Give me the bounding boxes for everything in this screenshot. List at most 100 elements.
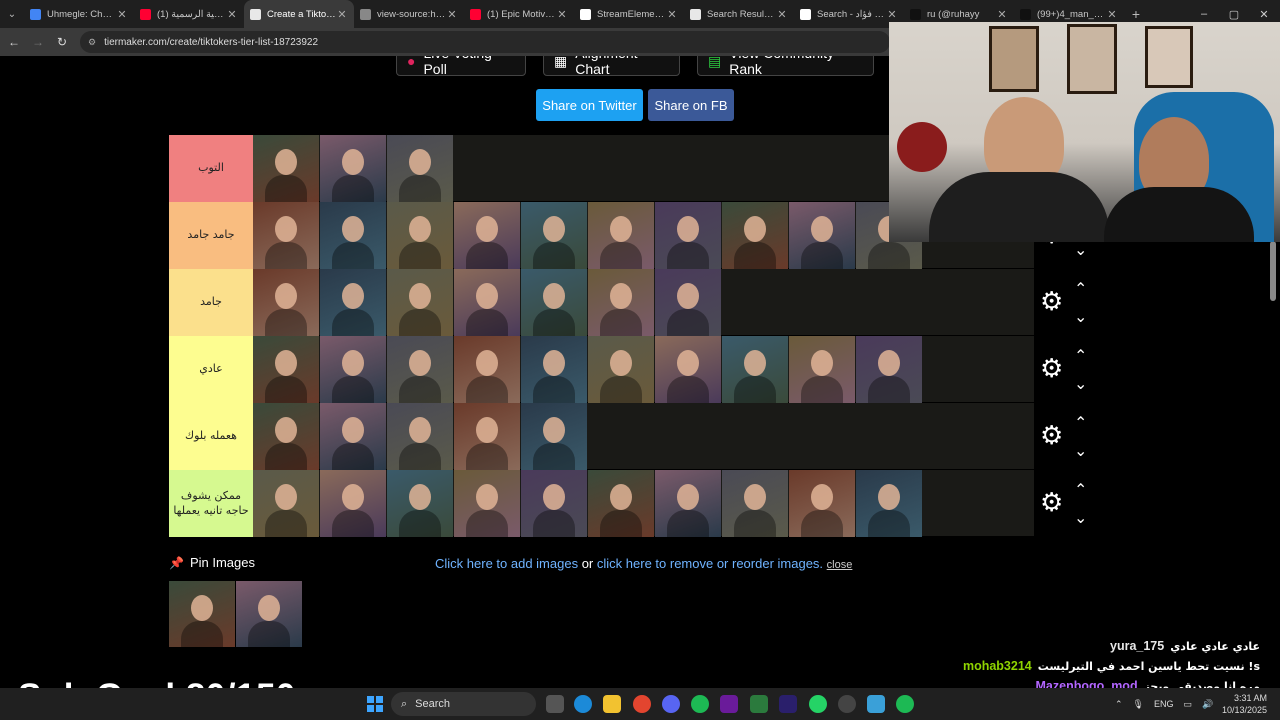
tier-image[interactable] [387,470,453,537]
browser-tab[interactable]: StreamElements | ✕ [574,0,684,28]
tier-image[interactable] [253,470,319,537]
tier-image[interactable] [789,202,855,269]
tier-image[interactable] [856,470,922,537]
tier-image[interactable] [454,336,520,403]
chevron-up-icon[interactable]: ⌃ [1074,346,1087,366]
whatsapp-icon[interactable] [809,695,827,713]
file-explorer-icon[interactable] [603,695,621,713]
spotify-icon[interactable] [691,695,709,713]
tier-image[interactable] [521,403,587,470]
tier-image[interactable] [856,336,922,403]
chrome-icon[interactable] [633,695,651,713]
share-on-twitter-button[interactable]: Share on Twitter [536,89,643,121]
tier-image[interactable] [722,336,788,403]
microphone-icon[interactable]: 🎙 [1133,699,1144,710]
tier-image[interactable] [655,470,721,537]
tier-image[interactable] [521,269,587,336]
tier-image[interactable] [169,581,235,647]
volume-icon[interactable]: 🔊 [1202,699,1213,710]
tier-image[interactable] [588,202,654,269]
share-on-fb-button[interactable]: Share on FB [648,89,734,121]
chevron-down-icon[interactable]: ⌄ [1074,240,1087,260]
tier-image[interactable] [387,135,453,202]
pin-images-toggle[interactable]: 📌 Pin Images [169,555,255,570]
tier-image[interactable] [253,135,319,202]
tier-image[interactable] [253,269,319,336]
chevron-down-icon[interactable]: ⌄ [1074,374,1087,394]
page-scrollbar[interactable] [1270,241,1276,301]
tab-close-icon[interactable]: ✕ [226,8,238,21]
tier-image[interactable] [387,269,453,336]
tier-image[interactable] [320,403,386,470]
alignment-chart-button[interactable]: ▦ Alignment Chart [543,56,680,77]
tab-close-icon[interactable]: ✕ [886,8,898,21]
browser-tab[interactable]: Search - هدير فؤاد✕ [794,0,904,28]
tier-image[interactable] [588,269,654,336]
close-link[interactable]: close [827,559,853,571]
tier-image[interactable] [387,202,453,269]
tab-close-icon[interactable]: ✕ [446,8,458,21]
chevron-up-icon[interactable]: ⌃ [1074,279,1087,299]
app-icon[interactable] [720,695,738,713]
language-indicator[interactable]: ENG [1154,699,1174,709]
tab-close-icon[interactable]: ✕ [996,8,1008,21]
obs-icon[interactable] [838,695,856,713]
tier-image[interactable] [236,581,302,647]
tab-close-icon[interactable]: ✕ [116,8,128,21]
tier-label[interactable]: عادي [169,336,253,403]
tier-label[interactable]: التوب [169,135,253,202]
tier-image[interactable] [454,269,520,336]
url-field[interactable]: ⚙ tiermaker.com/create/tiktokers-tier-li… [80,31,890,53]
tier-image[interactable] [521,470,587,537]
browser-tab[interactable]: (1) الأغنية الرسمية ✕ [134,0,244,28]
live-voting-poll-button[interactable]: ● Live Voting Poll [396,56,526,77]
chevron-down-icon[interactable]: ⌄ [1074,307,1087,327]
tier-image[interactable] [722,470,788,537]
remove-reorder-images-link[interactable]: click here to remove or reorder images. [597,556,823,571]
task-view-icon[interactable] [546,695,564,713]
tier-image[interactable] [253,202,319,269]
browser-tab[interactable]: Search Results for✕ [684,0,794,28]
tier-image[interactable] [521,336,587,403]
tier-image[interactable] [722,202,788,269]
chevron-down-icon[interactable]: ⌄ [1074,441,1087,461]
tier-image[interactable] [320,202,386,269]
app-icon-2[interactable] [750,695,768,713]
start-button[interactable] [367,696,383,712]
tier-image[interactable] [320,336,386,403]
tab-search-chevron-icon[interactable]: ⌄ [0,0,24,28]
tier-image[interactable] [454,202,520,269]
tier-label[interactable]: جامد [169,269,253,336]
reload-button[interactable]: ↻ [50,28,74,56]
tier-image[interactable] [387,403,453,470]
gear-icon[interactable]: ⚙ [1040,489,1063,515]
tier-image[interactable] [655,336,721,403]
tier-image[interactable] [521,202,587,269]
tier-image[interactable] [253,336,319,403]
gear-icon[interactable]: ⚙ [1040,288,1063,314]
tier-image[interactable] [789,336,855,403]
premiere-icon[interactable] [779,695,797,713]
tab-close-icon[interactable]: ✕ [776,8,788,21]
browser-tab[interactable]: (1) Epic Motivatio ✕ [464,0,574,28]
tab-close-icon[interactable]: ✕ [336,8,348,21]
browser-tab[interactable]: Create a Tiktoker ✕ [244,0,354,28]
tier-label[interactable]: ممكن يشوف حاجه تانيه يعملها [169,470,253,537]
network-icon[interactable]: ▭ [1184,699,1193,710]
taskbar-clock[interactable]: 3:31 AM 10/13/2025 [1222,692,1267,716]
tier-image[interactable] [387,336,453,403]
tier-image[interactable] [454,403,520,470]
chevron-down-icon[interactable]: ⌄ [1074,508,1087,528]
notepad-icon[interactable] [867,695,885,713]
discord-icon[interactable] [662,695,680,713]
tier-image[interactable] [253,403,319,470]
tier-image[interactable] [320,135,386,202]
gear-icon[interactable]: ⚙ [1040,422,1063,448]
chevron-up-icon[interactable]: ⌃ [1074,480,1087,500]
tier-image[interactable] [454,470,520,537]
tier-image[interactable] [588,470,654,537]
chevron-up-icon[interactable]: ⌃ [1115,699,1123,710]
tab-close-icon[interactable]: ✕ [666,8,678,21]
view-community-rank-button[interactable]: ▤ View Community Rank [697,56,874,77]
tab-close-icon[interactable]: ✕ [556,8,568,21]
